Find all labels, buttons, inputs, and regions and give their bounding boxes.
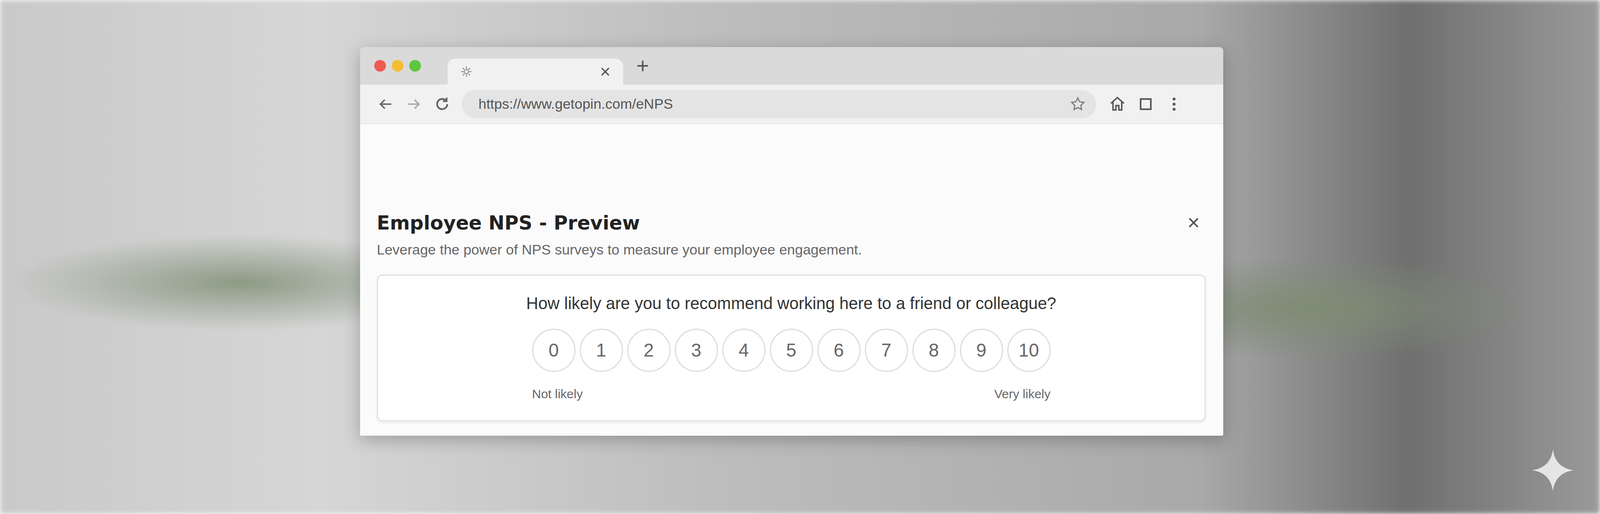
score-option[interactable]: 2 bbox=[627, 328, 671, 373]
home-icon[interactable] bbox=[1108, 95, 1127, 113]
maximize-window-icon[interactable] bbox=[409, 60, 421, 72]
score-option[interactable]: 1 bbox=[579, 328, 624, 373]
score-option[interactable]: 8 bbox=[912, 328, 956, 373]
navigation-bar: https://www.getopin.com/eNPS bbox=[360, 84, 1224, 125]
score-option[interactable]: 0 bbox=[532, 328, 576, 373]
dialog-subtitle: Leverage the power of NPS surveys to mea… bbox=[376, 241, 862, 258]
low-label: Not likely bbox=[532, 387, 584, 402]
browser-tab[interactable]: × bbox=[447, 58, 624, 85]
tab-bar: ×+ bbox=[360, 47, 1224, 85]
survey-card: How likely are you to recommend working … bbox=[376, 274, 1206, 422]
score-option[interactable]: 9 bbox=[959, 328, 1004, 373]
back-arrow-icon[interactable] bbox=[376, 95, 395, 113]
score-option[interactable]: 7 bbox=[864, 328, 909, 373]
sparkle-watermark-icon bbox=[1529, 447, 1576, 494]
scale-labels: Not likely Very likely bbox=[532, 387, 1051, 402]
minimize-window-icon[interactable] bbox=[391, 60, 404, 72]
dialog-title: Employee NPS - Preview bbox=[376, 211, 862, 235]
forward-arrow-icon[interactable] bbox=[405, 95, 423, 113]
score-option[interactable]: 4 bbox=[722, 328, 766, 373]
tab-close-button[interactable]: × bbox=[599, 62, 611, 81]
nps-scale: 012345678910 Not likely Very likely bbox=[532, 328, 1051, 402]
reload-icon[interactable] bbox=[433, 95, 451, 113]
score-option[interactable]: 5 bbox=[769, 328, 814, 373]
survey-question: How likely are you to recommend working … bbox=[526, 294, 1057, 313]
new-tab-button[interactable]: + bbox=[636, 55, 649, 77]
high-label: Very likely bbox=[994, 387, 1051, 402]
browser-window: ×+https://www.getopin.com/eNPSEmployee N… bbox=[360, 47, 1224, 436]
score-option[interactable]: 10 bbox=[1007, 328, 1051, 373]
page: ×+https://www.getopin.com/eNPSEmployee N… bbox=[0, 0, 1600, 514]
address-bar[interactable]: https://www.getopin.com/eNPS bbox=[461, 90, 1097, 119]
window-square-icon[interactable] bbox=[1136, 95, 1155, 113]
score-option[interactable]: 6 bbox=[817, 328, 861, 373]
page-content: Employee NPS - Preview Leverage the power… bbox=[360, 124, 1224, 436]
favicon-icon bbox=[460, 65, 473, 78]
dialog-close-button[interactable]: × bbox=[1187, 211, 1200, 234]
url-text[interactable]: https://www.getopin.com/eNPS bbox=[478, 95, 674, 113]
bookmark-star-icon[interactable] bbox=[1069, 95, 1087, 113]
close-window-icon[interactable] bbox=[374, 60, 386, 72]
score-option[interactable]: 3 bbox=[674, 328, 719, 373]
window-controls bbox=[360, 60, 448, 72]
dialog-header: Employee NPS - Preview Leverage the power… bbox=[376, 211, 1206, 258]
more-menu-icon[interactable] bbox=[1165, 95, 1183, 113]
